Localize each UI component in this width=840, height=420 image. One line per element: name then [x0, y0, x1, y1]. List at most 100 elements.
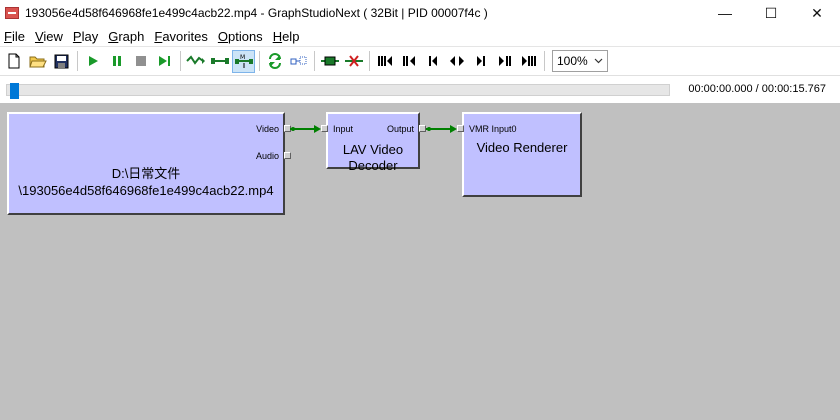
seek-end-icon [521, 56, 536, 66]
save-icon [54, 54, 69, 68]
step-back-button[interactable] [421, 50, 444, 73]
seek-start-button[interactable] [373, 50, 396, 73]
menu-graph-label: raph [118, 28, 145, 44]
seek-start-icon [377, 56, 392, 66]
stop-icon [135, 56, 146, 66]
menu-play[interactable]: Play [69, 29, 102, 44]
menu-file-label: ile [11, 28, 25, 44]
toolbar-separator [180, 51, 181, 71]
video-renderer-filter[interactable]: Video Renderer VMR Input0 [462, 112, 582, 197]
source-filter[interactable]: D:\日常文件 \193056e4d58f646968fe1e499c4acb2… [7, 112, 285, 215]
minimize-button[interactable]: — [702, 0, 748, 26]
lav-video-decoder-filter[interactable]: LAV Video Decoder Input Output [326, 112, 420, 173]
svg-text:M: M [240, 54, 245, 61]
connect-icon [210, 58, 229, 64]
audio-output-pin[interactable] [284, 152, 291, 159]
step-forward-button[interactable] [469, 50, 492, 73]
renderer-input-pin-label: VMR Input0 [469, 124, 517, 134]
menu-graph[interactable]: Graph [104, 29, 148, 44]
menu-view-label: iew [43, 28, 63, 44]
step-play-icon [158, 56, 170, 66]
menu-view[interactable]: View [31, 29, 67, 44]
seek-forward-button[interactable] [493, 50, 516, 73]
insert-filter-button[interactable] [318, 50, 341, 73]
toolbar-separator [544, 51, 545, 71]
save-button[interactable] [50, 50, 73, 73]
new-graph-button[interactable] [2, 50, 25, 73]
menu-options[interactable]: Options [214, 29, 267, 44]
step-play-button[interactable] [153, 50, 176, 73]
clock-button[interactable] [287, 50, 310, 73]
menu-options-label: ptions [227, 28, 263, 44]
menu-help-label: elp [282, 28, 300, 44]
connection-decoder-renderer[interactable] [426, 122, 458, 136]
toolbar-separator [77, 51, 78, 71]
decoder-output-pin[interactable] [419, 125, 426, 132]
menu-options-mnemonic: O [217, 28, 228, 44]
refresh-icon [268, 53, 281, 69]
menu-play-mnemonic: P [72, 28, 82, 44]
menu-help[interactable]: Help [269, 29, 304, 44]
smart-connect-button[interactable]: M [232, 49, 255, 73]
render-button[interactable] [184, 50, 207, 73]
chevron-down-icon [594, 58, 603, 64]
window-title: 193056e4d58f646968fe1e499c4acb22.mp4 - G… [25, 6, 488, 20]
render-wave-icon [185, 55, 205, 65]
toolbar: M 100% [0, 47, 840, 75]
video-pin-label: Video [256, 124, 279, 134]
seek-bar-row: 00:00:00.000 / 00:00:15.767 [0, 75, 840, 103]
decoder-name-line1: LAV Video [342, 142, 404, 157]
close-button[interactable]: ✕ [794, 0, 840, 26]
open-button[interactable] [26, 50, 49, 73]
new-file-icon [8, 53, 19, 69]
seek-end-button[interactable] [517, 50, 540, 73]
connect-button[interactable] [208, 50, 231, 73]
open-folder-icon [28, 56, 47, 67]
remove-filter-button[interactable] [342, 50, 365, 73]
decoder-name-line2: Decoder [348, 158, 398, 173]
menu-favorites-label: avorites [162, 28, 208, 44]
decoder-input-pin-label: Input [333, 124, 354, 134]
step-forward-icon [476, 56, 485, 66]
seek-slider[interactable] [6, 83, 670, 99]
toolbar-separator [369, 51, 370, 71]
remove-filter-icon [344, 55, 363, 67]
menu-graph-mnemonic: G [108, 28, 119, 44]
frame-toggle-icon [449, 56, 464, 66]
clock-icon [290, 56, 306, 65]
menu-file[interactable]: File [0, 29, 29, 44]
time-display: 00:00:00.000 / 00:00:15.767 [688, 83, 826, 95]
menu-file-mnemonic: F [4, 28, 12, 44]
refresh-button[interactable] [263, 50, 286, 73]
insert-filter-icon [320, 56, 339, 66]
seek-back-icon [402, 56, 415, 66]
step-back-icon [428, 56, 437, 66]
toolbar-separator [314, 51, 315, 71]
graph-canvas[interactable]: D:\日常文件 \193056e4d58f646968fe1e499c4acb2… [0, 103, 840, 420]
source-filter-name-line1: D:\日常文件 [111, 166, 181, 181]
window-controls: — ☐ ✕ [702, 0, 840, 26]
renderer-name: Video Renderer [476, 140, 568, 155]
decoder-output-pin-label: Output [386, 124, 414, 134]
toolbar-separator [259, 51, 260, 71]
zoom-value: 100% [557, 54, 588, 68]
renderer-input-pin[interactable] [457, 125, 464, 132]
pause-icon [112, 56, 121, 66]
frame-toggle-button[interactable] [445, 50, 468, 73]
audio-pin-label: Audio [255, 151, 279, 161]
menu-help-mnemonic: H [272, 28, 283, 44]
stop-button[interactable] [129, 50, 152, 73]
maximize-button[interactable]: ☐ [748, 0, 794, 26]
seek-thumb[interactable] [10, 83, 19, 99]
play-button[interactable] [81, 50, 104, 73]
seek-back-button[interactable] [397, 50, 420, 73]
app-icon [5, 7, 19, 19]
menu-favorites[interactable]: Favorites [150, 29, 211, 44]
decoder-input-pin[interactable] [321, 125, 328, 132]
connection-source-decoder[interactable] [290, 122, 322, 136]
pause-button[interactable] [105, 50, 128, 73]
menu-play-label: lay [81, 28, 99, 44]
zoom-select[interactable]: 100% [552, 50, 608, 72]
title-bar: 193056e4d58f646968fe1e499c4acb22.mp4 - G… [0, 0, 840, 26]
menu-bar: File View Play Graph Favorites Options H… [0, 26, 840, 47]
